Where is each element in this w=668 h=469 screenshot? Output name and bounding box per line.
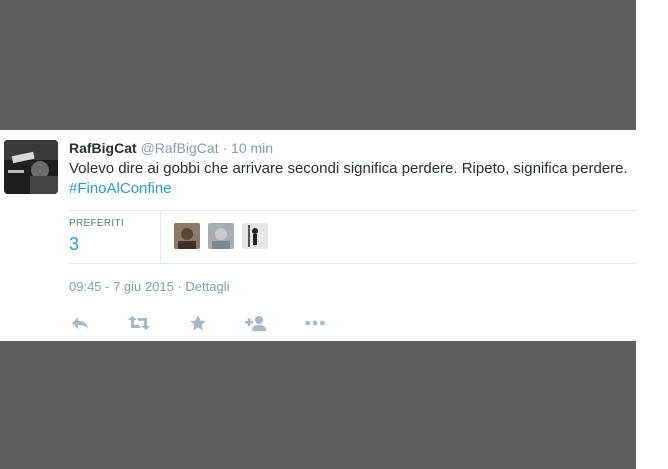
favorites-stat[interactable]: PREFERITI 3 [69, 211, 161, 263]
follow-button[interactable] [244, 313, 266, 333]
favoriter-avatar-icon [174, 223, 200, 249]
favorite-star-icon [190, 315, 206, 331]
reply-button[interactable] [69, 313, 91, 333]
favoriter-avatar-icon [208, 223, 234, 249]
favoriter-avatar-3[interactable] [242, 223, 268, 249]
meta-separator: · [177, 279, 182, 294]
tweet-meta: 09:45 - 7 giu 2015 · Dettagli [69, 279, 229, 294]
tweet-text: Volevo dire ai gobbi che arrivare second… [69, 159, 629, 199]
favorites-label: PREFERITI [69, 218, 124, 229]
details-link[interactable]: Dettagli [185, 279, 229, 294]
page-backdrop-bottom [0, 341, 636, 469]
hashtag-link[interactable]: #FinoAlConfine [69, 180, 172, 197]
favoriter-avatar-1[interactable] [174, 223, 200, 249]
page-backdrop-top [0, 0, 636, 130]
header-separator: · [222, 140, 228, 156]
tweet-body: Volevo dire ai gobbi che arrivare second… [69, 160, 628, 177]
tweet-header: RafBigCat @RafBigCat · 10 min [69, 139, 273, 157]
more-options-icon [305, 320, 325, 326]
reply-icon [72, 317, 88, 329]
avatar-photo-icon [4, 140, 58, 194]
favorite-button[interactable] [187, 313, 209, 333]
author-name[interactable]: RafBigCat [69, 140, 137, 156]
tweet-card: RafBigCat @RafBigCat · 10 min Volevo dir… [0, 130, 636, 341]
follow-user-icon [245, 316, 266, 331]
retweet-icon [128, 316, 150, 330]
retweet-button[interactable] [128, 313, 150, 333]
author-handle[interactable]: @RafBigCat [141, 140, 219, 156]
tweet-stats: PREFERITI 3 [69, 210, 636, 264]
favoriter-avatar-2[interactable] [208, 223, 234, 249]
favorites-count: 3 [69, 234, 80, 254]
user-avatar[interactable] [4, 140, 58, 194]
more-options-button[interactable] [304, 313, 326, 333]
favoriter-avatar-icon [242, 223, 268, 249]
tweet-time[interactable]: 10 min [231, 140, 273, 156]
tweet-timestamp[interactable]: 09:45 - 7 giu 2015 [69, 279, 174, 294]
